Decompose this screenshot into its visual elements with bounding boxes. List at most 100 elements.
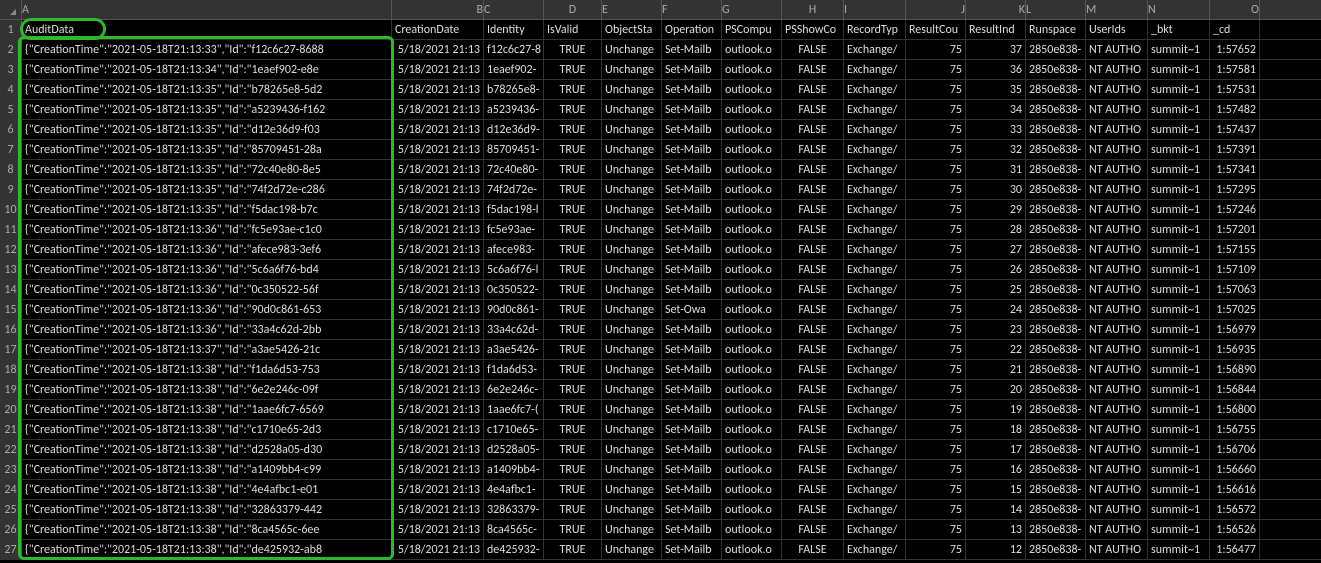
- cell[interactable]: 5/18/2021 21:13: [392, 240, 484, 259]
- cell[interactable]: 21: [966, 360, 1026, 379]
- cell[interactable]: Unchange: [602, 480, 662, 499]
- cell[interactable]: 34: [966, 100, 1026, 119]
- cell[interactable]: f12c6c27-8: [484, 40, 544, 59]
- cell[interactable]: NT AUTHO: [1086, 200, 1148, 219]
- cell[interactable]: 2850e838-: [1026, 340, 1086, 359]
- cell[interactable]: outlook.o: [722, 400, 782, 419]
- cell[interactable]: FALSE: [782, 100, 844, 119]
- cell[interactable]: outlook.o: [722, 320, 782, 339]
- cell[interactable]: FALSE: [782, 420, 844, 439]
- cell[interactable]: outlook.o: [722, 160, 782, 179]
- cell[interactable]: {"CreationTime":"2021-05-18T21:13:36","I…: [22, 240, 392, 259]
- cell[interactable]: summit~1: [1148, 100, 1210, 119]
- cell[interactable]: a1409bb4-: [484, 460, 544, 479]
- cell[interactable]: outlook.o: [722, 120, 782, 139]
- cell[interactable]: NT AUTHO: [1086, 220, 1148, 239]
- cell[interactable]: 2850e838-: [1026, 400, 1086, 419]
- cell[interactable]: 75: [906, 220, 966, 239]
- cell[interactable]: {"CreationTime":"2021-05-18T21:13:35","I…: [22, 200, 392, 219]
- cell[interactable]: 5/18/2021 21:13: [392, 400, 484, 419]
- cell[interactable]: FALSE: [782, 540, 844, 559]
- col-header-K[interactable]: K: [966, 0, 1026, 19]
- row-header[interactable]: 27: [0, 540, 22, 559]
- cell[interactable]: TRUE: [544, 260, 602, 279]
- cell[interactable]: 5/18/2021 21:13: [392, 220, 484, 239]
- row-header[interactable]: 15: [0, 300, 22, 319]
- row-header[interactable]: 22: [0, 440, 22, 459]
- cell[interactable]: 75: [906, 40, 966, 59]
- cell[interactable]: NT AUTHO: [1086, 260, 1148, 279]
- cell[interactable]: Exchange/: [844, 180, 906, 199]
- cell[interactable]: c1710e65-: [484, 420, 544, 439]
- cell[interactable]: 5/18/2021 21:13: [392, 260, 484, 279]
- cell[interactable]: FALSE: [782, 480, 844, 499]
- cell[interactable]: 12: [966, 540, 1026, 559]
- cell[interactable]: {"CreationTime":"2021-05-18T21:13:38","I…: [22, 420, 392, 439]
- row-header[interactable]: 6: [0, 120, 22, 139]
- cell[interactable]: FALSE: [782, 400, 844, 419]
- cell[interactable]: 36: [966, 60, 1026, 79]
- cell[interactable]: NT AUTHO: [1086, 320, 1148, 339]
- cell[interactable]: Exchange/: [844, 40, 906, 59]
- cell[interactable]: TRUE: [544, 300, 602, 319]
- cell[interactable]: IsValid: [544, 20, 602, 39]
- cell[interactable]: NT AUTHO: [1086, 500, 1148, 519]
- cell[interactable]: 2850e838-: [1026, 260, 1086, 279]
- cell[interactable]: FALSE: [782, 240, 844, 259]
- cell[interactable]: TRUE: [544, 380, 602, 399]
- spreadsheet[interactable]: A B C D E F G H I J K L M N O 1AuditData…: [0, 0, 1321, 560]
- cell[interactable]: 75: [906, 460, 966, 479]
- cell[interactable]: FALSE: [782, 500, 844, 519]
- cell[interactable]: summit~1: [1148, 140, 1210, 159]
- cell[interactable]: 1:56979: [1210, 320, 1260, 339]
- cell[interactable]: Unchange: [602, 180, 662, 199]
- cell[interactable]: TRUE: [544, 520, 602, 539]
- cell[interactable]: 5/18/2021 21:13: [392, 280, 484, 299]
- cell[interactable]: PSCompu: [722, 20, 782, 39]
- row-header[interactable]: 13: [0, 260, 22, 279]
- cell[interactable]: 74f2d72e-: [484, 180, 544, 199]
- cell[interactable]: 2850e838-: [1026, 240, 1086, 259]
- cell[interactable]: FALSE: [782, 140, 844, 159]
- cell[interactable]: 15: [966, 480, 1026, 499]
- cell[interactable]: Unchange: [602, 120, 662, 139]
- cell[interactable]: {"CreationTime":"2021-05-18T21:13:35","I…: [22, 100, 392, 119]
- cell[interactable]: Unchange: [602, 300, 662, 319]
- cell[interactable]: summit~1: [1148, 480, 1210, 499]
- cell[interactable]: TRUE: [544, 40, 602, 59]
- cell[interactable]: _bkt: [1148, 20, 1210, 39]
- cell[interactable]: TRUE: [544, 540, 602, 559]
- cell[interactable]: 2850e838-: [1026, 300, 1086, 319]
- col-header-G[interactable]: G: [722, 0, 782, 19]
- cell[interactable]: summit~1: [1148, 40, 1210, 59]
- cell[interactable]: 2850e838-: [1026, 80, 1086, 99]
- cell[interactable]: 16: [966, 460, 1026, 479]
- cell[interactable]: NT AUTHO: [1086, 80, 1148, 99]
- cell[interactable]: summit~1: [1148, 80, 1210, 99]
- cell[interactable]: FALSE: [782, 300, 844, 319]
- cell[interactable]: Unchange: [602, 260, 662, 279]
- col-header-H[interactable]: H: [782, 0, 844, 19]
- cell[interactable]: NT AUTHO: [1086, 380, 1148, 399]
- cell[interactable]: Set-Mailb: [662, 200, 722, 219]
- cell[interactable]: Unchange: [602, 400, 662, 419]
- row-header[interactable]: 10: [0, 200, 22, 219]
- cell[interactable]: FALSE: [782, 120, 844, 139]
- cell[interactable]: Unchange: [602, 80, 662, 99]
- cell[interactable]: Set-Mailb: [662, 320, 722, 339]
- cell[interactable]: FALSE: [782, 180, 844, 199]
- cell[interactable]: summit~1: [1148, 360, 1210, 379]
- cell[interactable]: TRUE: [544, 200, 602, 219]
- cell[interactable]: 5/18/2021 21:13: [392, 360, 484, 379]
- col-header-J[interactable]: J: [906, 0, 966, 19]
- cell[interactable]: 29: [966, 200, 1026, 219]
- cell[interactable]: Exchange/: [844, 160, 906, 179]
- cell[interactable]: 0c350522-: [484, 280, 544, 299]
- cell[interactable]: TRUE: [544, 340, 602, 359]
- cell[interactable]: 75: [906, 120, 966, 139]
- cell[interactable]: {"CreationTime":"2021-05-18T21:13:36","I…: [22, 260, 392, 279]
- cell[interactable]: FALSE: [782, 60, 844, 79]
- cell[interactable]: Unchange: [602, 540, 662, 559]
- cell[interactable]: TRUE: [544, 180, 602, 199]
- cell[interactable]: 32: [966, 140, 1026, 159]
